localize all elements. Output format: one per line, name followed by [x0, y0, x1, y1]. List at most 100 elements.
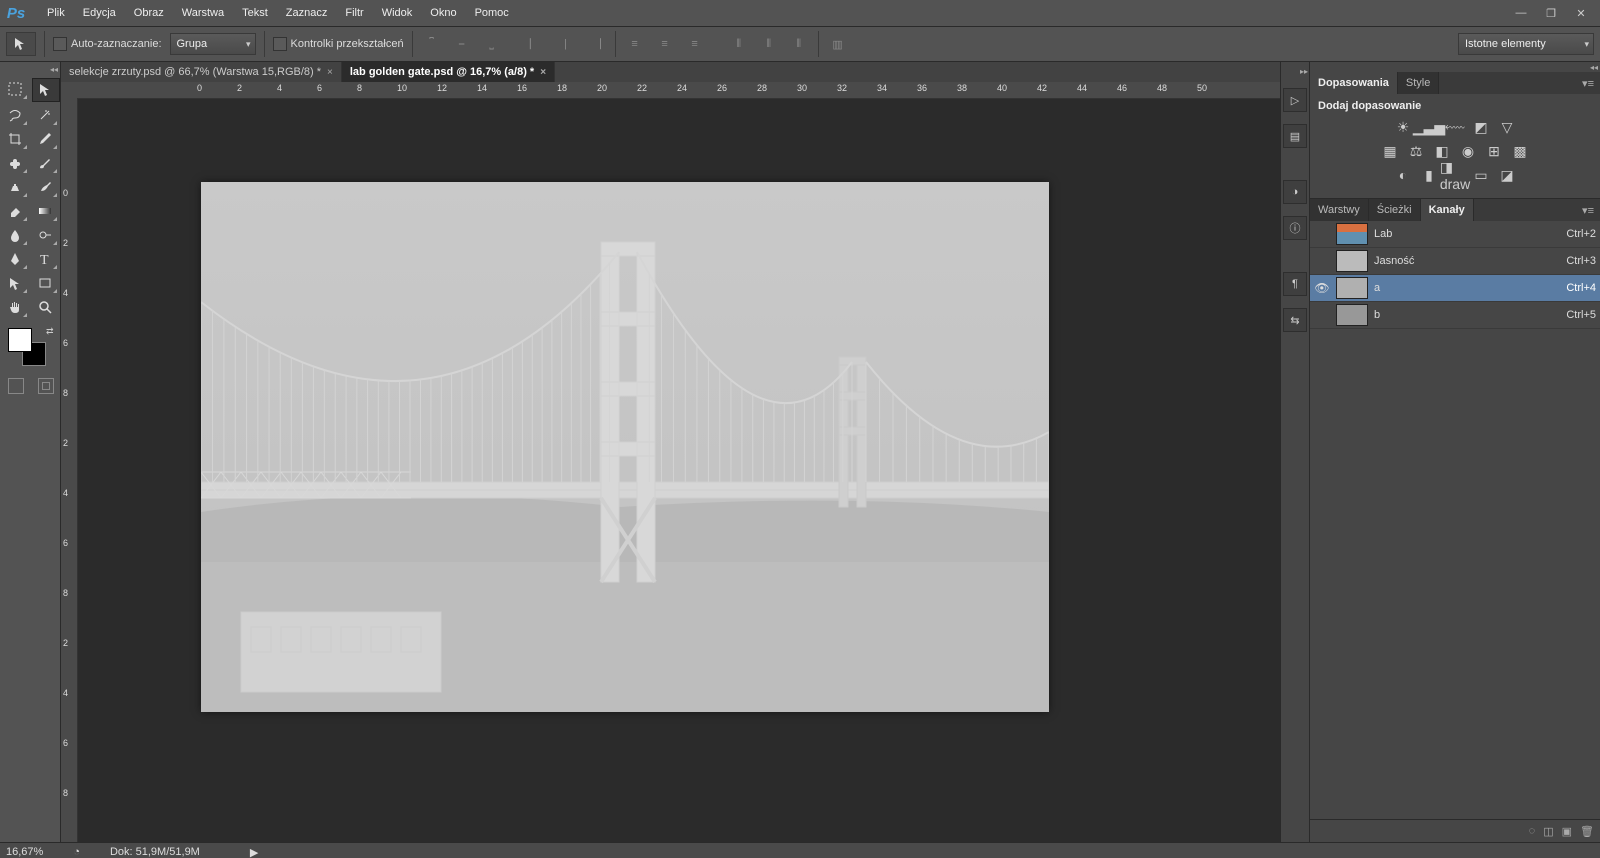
panel-menu-icon[interactable]: ▾≡	[1576, 204, 1600, 217]
status-preview-icon[interactable]: ◔	[73, 846, 80, 858]
menu-help[interactable]: Pomoc	[466, 0, 518, 26]
menu-layer[interactable]: Warstwa	[173, 0, 233, 26]
menu-image[interactable]: Obraz	[125, 0, 173, 26]
curves-icon[interactable]: ⬳	[1445, 118, 1465, 136]
hand-tool[interactable]	[2, 296, 28, 318]
document-tab[interactable]: selekcje zrzuty.psd @ 66,7% (Warstwa 15,…	[61, 62, 342, 82]
black-white-icon[interactable]: ◧	[1432, 142, 1452, 160]
channels-tab[interactable]: Kanały	[1421, 199, 1474, 221]
panel-menu-icon[interactable]: ▾≡	[1576, 77, 1600, 90]
expand-icon[interactable]: ▸▸	[1300, 66, 1308, 76]
align-bottom-icon[interactable]: ⎵	[481, 33, 503, 55]
dodge-tool[interactable]	[32, 224, 58, 246]
visibility-toggle[interactable]	[1314, 226, 1330, 242]
close-tab-icon[interactable]: ×	[327, 67, 333, 78]
blur-tool[interactable]	[2, 224, 28, 246]
align-left-icon[interactable]: ⎸	[525, 33, 547, 55]
selective-color-icon[interactable]: ◪	[1497, 166, 1517, 184]
save-selection-icon[interactable]: ◫	[1543, 825, 1553, 838]
minimize-button[interactable]: —	[1506, 3, 1536, 23]
gradient-map-icon[interactable]: ▭	[1471, 166, 1491, 184]
align-hcenter-icon[interactable]: |	[555, 33, 577, 55]
menu-filter[interactable]: Filtr	[336, 0, 372, 26]
menu-file[interactable]: Plik	[38, 0, 74, 26]
character-panel-icon[interactable]: ¶	[1283, 272, 1307, 296]
channel-row[interactable]: Jasność Ctrl+3	[1310, 248, 1600, 275]
crop-tool[interactable]	[2, 128, 28, 150]
distribute-vcenter-icon[interactable]: ≡	[654, 33, 676, 55]
channel-row[interactable]: 👁 a Ctrl+4	[1310, 275, 1600, 302]
zoom-level[interactable]: 16,67%	[6, 846, 43, 858]
channel-row[interactable]: b Ctrl+5	[1310, 302, 1600, 329]
vertical-ruler[interactable]: 0246824682468	[61, 98, 78, 842]
lasso-tool[interactable]	[2, 104, 28, 126]
channel-mixer-icon[interactable]: ⊞	[1484, 142, 1504, 160]
properties-panel-icon[interactable]: ◑	[1283, 180, 1307, 204]
doc-size[interactable]: Dok: 51,9M/51,9M	[110, 846, 200, 858]
move-tool[interactable]	[32, 78, 60, 102]
status-menu-icon[interactable]: ▶	[250, 846, 258, 858]
workspace-dropdown[interactable]: Istotne elementy	[1458, 33, 1594, 55]
channel-row[interactable]: Lab Ctrl+2	[1310, 221, 1600, 248]
load-selection-icon[interactable]: ◌	[1529, 825, 1536, 837]
foreground-color-swatch[interactable]	[8, 328, 32, 352]
distribute-right-icon[interactable]: ⦀	[788, 33, 810, 55]
standard-mode-icon[interactable]	[8, 378, 24, 394]
menu-view[interactable]: Widok	[373, 0, 422, 26]
invert-icon[interactable]: ◐	[1393, 166, 1413, 184]
canvas-image[interactable]	[201, 182, 1049, 712]
threshold-icon[interactable]: ◨ draw	[1445, 166, 1465, 184]
delete-channel-icon[interactable]: 🗑	[1580, 825, 1594, 838]
menu-window[interactable]: Okno	[421, 0, 465, 26]
menu-select[interactable]: Zaznacz	[277, 0, 337, 26]
brush-tool[interactable]	[32, 152, 58, 174]
rectangle-tool[interactable]	[32, 272, 58, 294]
history-brush-tool[interactable]	[32, 176, 58, 198]
photo-filter-icon[interactable]: ◉	[1458, 142, 1478, 160]
distribute-hcenter-icon[interactable]: ⦀	[758, 33, 780, 55]
pen-tool[interactable]	[2, 248, 28, 270]
document-tab[interactable]: lab golden gate.psd @ 16,7% (a/8) *×	[342, 62, 555, 82]
hue-sat-icon[interactable]: ▦	[1380, 142, 1400, 160]
align-right-icon[interactable]: ⎹	[585, 33, 607, 55]
menu-edit[interactable]: Edycja	[74, 0, 125, 26]
info-panel-icon[interactable]: ⓘ	[1283, 216, 1307, 240]
type-tool[interactable]: T	[32, 248, 58, 270]
visibility-toggle[interactable]	[1314, 253, 1330, 269]
maximize-button[interactable]: ❐	[1536, 3, 1566, 23]
color-balance-icon[interactable]: ⚖	[1406, 142, 1426, 160]
exposure-icon[interactable]: ◩	[1471, 118, 1491, 136]
auto-select-mode-dropdown[interactable]: Grupa	[170, 33, 256, 55]
align-top-icon[interactable]: ⎴	[421, 33, 443, 55]
eyedropper-tool[interactable]	[32, 128, 58, 150]
swap-colors-icon[interactable]: ⇄	[46, 326, 54, 337]
canvas-viewport[interactable]: 0246810121416182022242628303234363840424…	[61, 82, 1280, 842]
auto-select-checkbox[interactable]: Auto-zaznaczanie:	[53, 37, 162, 51]
horizontal-ruler[interactable]: 0246810121416182022242628303234363840424…	[77, 82, 1280, 99]
close-button[interactable]: ✕	[1566, 3, 1596, 23]
collapse-icon[interactable]: ◂◂	[1590, 62, 1598, 72]
magic-wand-tool[interactable]	[32, 104, 58, 126]
path-select-tool[interactable]	[2, 272, 28, 294]
styles-tab[interactable]: Style	[1398, 72, 1439, 94]
active-tool-indicator[interactable]	[6, 32, 36, 56]
marquee-tool[interactable]	[2, 78, 28, 100]
collapse-icon[interactable]: ◂◂	[50, 64, 58, 74]
levels-icon[interactable]: ▁▃▅	[1419, 118, 1439, 136]
align-vcenter-icon[interactable]: ⎯	[451, 33, 473, 55]
distribute-left-icon[interactable]: ⦀	[728, 33, 750, 55]
posterize-icon[interactable]: ▮	[1419, 166, 1439, 184]
new-channel-icon[interactable]: ▣	[1562, 825, 1572, 838]
eraser-tool[interactable]	[2, 200, 28, 222]
ruler-origin[interactable]	[61, 82, 78, 99]
paths-tab[interactable]: Ścieżki	[1369, 199, 1421, 221]
transform-controls-checkbox[interactable]: Kontrolki przekształceń	[273, 37, 404, 51]
visibility-toggle[interactable]	[1314, 307, 1330, 323]
paragraph-panel-icon[interactable]: ⇆	[1283, 308, 1307, 332]
adjustments-tab[interactable]: Dopasowania	[1310, 72, 1398, 94]
quick-mask-mode-icon[interactable]	[38, 378, 54, 394]
color-lookup-icon[interactable]: ▩	[1510, 142, 1530, 160]
zoom-tool[interactable]	[32, 296, 58, 318]
brightness-contrast-icon[interactable]: ☀	[1393, 118, 1413, 136]
gradient-tool[interactable]	[32, 200, 58, 222]
